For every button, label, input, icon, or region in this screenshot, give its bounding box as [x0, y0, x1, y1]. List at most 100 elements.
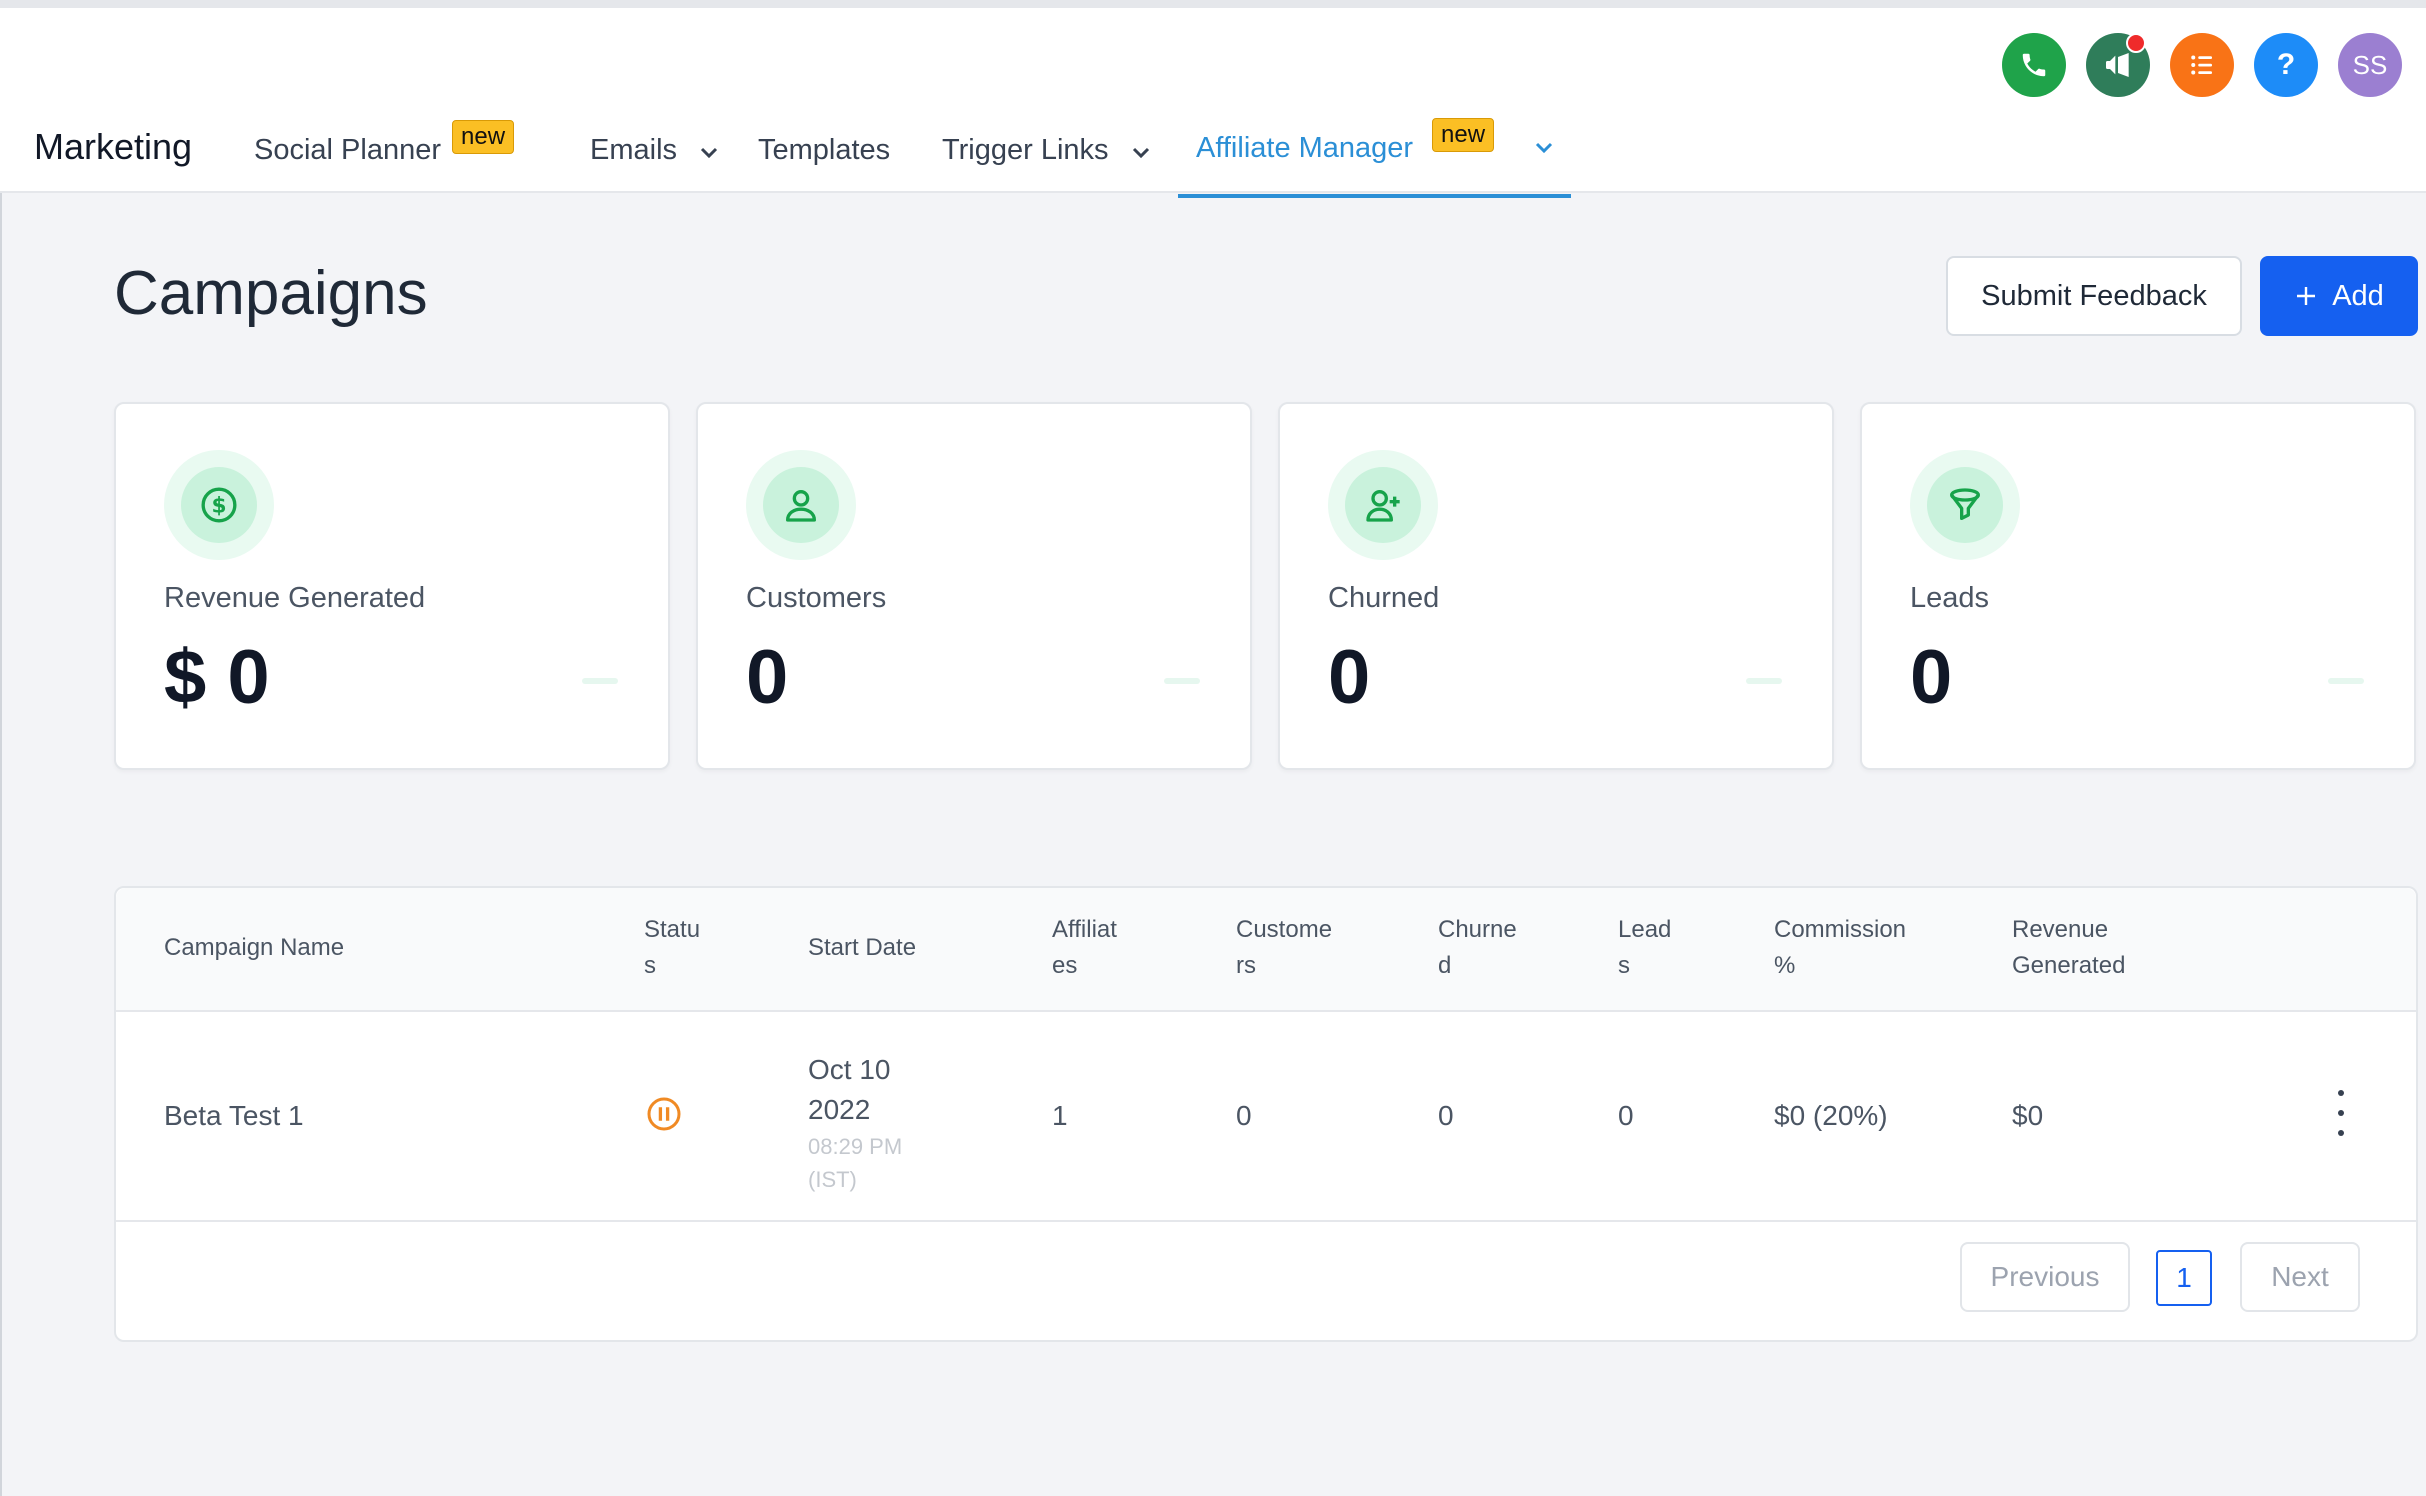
help-icon[interactable]: ?: [2254, 33, 2318, 97]
chevron-down-icon: [1535, 142, 1553, 154]
header-line: Generated: [2012, 952, 2126, 979]
table-row[interactable]: Beta Test 1 Oct 10 2022 08:29 PM (IST) 1…: [116, 1010, 2416, 1222]
next-page-button[interactable]: Next: [2240, 1242, 2360, 1312]
stat-icon-wrap: [1910, 450, 2020, 560]
cell-affiliates: 1: [1052, 1100, 1068, 1131]
header-actions: ? SS: [2002, 33, 2402, 97]
header-line: Custome: [1236, 916, 1333, 943]
stat-label: Leads: [1910, 582, 1990, 614]
funnel-icon: [1950, 488, 1980, 520]
phone-icon[interactable]: [2002, 33, 2066, 97]
cell-commission: $0 (20%): [1774, 1100, 1888, 1131]
stat-label: Customers: [746, 582, 887, 614]
sparkline: [1746, 678, 1782, 684]
stat-value: 0: [746, 635, 789, 720]
submit-feedback-button[interactable]: Submit Feedback: [1946, 256, 2242, 336]
nav-label: Templates: [758, 134, 891, 166]
paused-status-icon[interactable]: [646, 1096, 682, 1137]
notification-dot: [2126, 33, 2146, 53]
top-bar: ? SS Marketing Social Planner new Emails…: [0, 0, 2426, 198]
nav-label: Social Planner: [254, 134, 441, 166]
cell-start-time: 08:29 PM (IST): [808, 1130, 902, 1196]
cell-revenue: $0: [2012, 1100, 2044, 1131]
nav-label: Trigger Links: [942, 134, 1109, 166]
plus-icon: [2297, 287, 2316, 305]
nav-affiliate-manager[interactable]: Affiliate Manager: [1196, 132, 1413, 165]
avatar[interactable]: SS: [2338, 33, 2402, 97]
header-line: Statu: [644, 916, 701, 943]
header-line: %: [1774, 952, 1796, 979]
nav-templates[interactable]: Templates: [758, 134, 890, 167]
page-title: Campaigns: [114, 259, 428, 328]
header-line: Lead: [1618, 916, 1672, 943]
cell-leads: 0: [1618, 1100, 1634, 1131]
affiliate-menu-toggle[interactable]: [1534, 130, 1554, 163]
header-line: Affiliat: [1052, 916, 1117, 943]
stat-icon-wrap: [1328, 450, 1438, 560]
window-edge: [0, 0, 2, 1496]
column-header-revenue[interactable]: Revenue Generated: [2012, 912, 2125, 984]
dollar-icon: $: [201, 487, 237, 523]
previous-page-button[interactable]: Previous: [1960, 1242, 2130, 1312]
page-number-button[interactable]: 1: [2156, 1250, 2212, 1306]
column-header-customers[interactable]: Custome rs: [1236, 912, 1332, 984]
header-line: es: [1052, 952, 1078, 979]
app-brand: Marketing: [34, 126, 193, 167]
date-line: Oct 10: [808, 1054, 891, 1085]
date-line: 2022: [808, 1094, 871, 1125]
stat-icon-bg: $: [181, 467, 257, 543]
column-header-start-date[interactable]: Start Date: [808, 930, 916, 966]
stat-icon-wrap: $: [164, 450, 274, 560]
stat-value: 0: [1910, 635, 1953, 720]
list-icon[interactable]: [2170, 33, 2234, 97]
time-line: (IST): [808, 1167, 857, 1192]
stat-icon-bg: [1345, 467, 1421, 543]
header-line: Revenue: [2012, 916, 2109, 943]
stat-card-churned: Churned 0: [1278, 402, 1834, 770]
add-label: Add: [2332, 279, 2384, 312]
svg-text:$: $: [211, 494, 226, 519]
main-nav: Marketing Social Planner new Emails Temp…: [0, 108, 1700, 198]
header-line: Commission: [1774, 916, 1907, 943]
campaigns-table: Campaign Name Statu s Start Date Affilia…: [114, 886, 2418, 1342]
active-tab-indicator: [1178, 194, 1571, 198]
nav-label: Emails: [590, 134, 678, 166]
column-header-campaign-name[interactable]: Campaign Name: [164, 930, 344, 966]
stat-icon-bg: [1927, 467, 2003, 543]
table-header: Campaign Name Statu s Start Date Affilia…: [116, 888, 2416, 1012]
nav-emails[interactable]: Emails: [590, 134, 719, 168]
column-header-commission[interactable]: Commission %: [1774, 912, 1906, 984]
stat-label: Churned: [1328, 582, 1440, 614]
stat-value: 0: [1328, 635, 1371, 720]
user-icon: [786, 490, 816, 522]
column-header-affiliates[interactable]: Affiliat es: [1052, 912, 1117, 984]
kebab-dot: [2338, 1090, 2344, 1096]
nav-trigger-links[interactable]: Trigger Links: [942, 134, 1151, 168]
chevron-down-icon: [1131, 135, 1151, 168]
cell-customers: 0: [1236, 1100, 1252, 1131]
kebab-dot: [2338, 1110, 2344, 1116]
new-badge: new: [452, 120, 515, 154]
add-campaign-button[interactable]: Add: [2260, 256, 2418, 336]
time-line: 08:29 PM: [808, 1134, 903, 1159]
column-header-status[interactable]: Statu s: [644, 912, 700, 984]
stat-label: Revenue Generated: [164, 582, 426, 614]
stat-icon-wrap: [746, 450, 856, 560]
nav-social-planner[interactable]: Social Planner: [254, 134, 441, 167]
cell-start-date: Oct 10 2022: [808, 1050, 890, 1130]
cell-campaign-name[interactable]: Beta Test 1: [164, 1100, 304, 1132]
row-actions-menu-icon[interactable]: [2326, 1090, 2356, 1136]
column-header-leads[interactable]: Lead s: [1618, 912, 1671, 984]
sparkline: [582, 678, 618, 684]
new-badge: new: [1432, 118, 1495, 152]
column-header-churned[interactable]: Churne d: [1438, 912, 1517, 984]
chevron-down-icon: [699, 135, 719, 168]
megaphone-icon[interactable]: [2086, 33, 2150, 97]
cell-churned: 0: [1438, 1100, 1454, 1131]
stat-value: $ 0: [164, 635, 270, 720]
stat-card-revenue: $ Revenue Generated $ 0: [114, 402, 670, 770]
header-line: rs: [1236, 952, 1256, 979]
header-line: s: [1618, 952, 1630, 979]
header-line: d: [1438, 952, 1452, 979]
stat-card-customers: Customers 0: [696, 402, 1252, 770]
